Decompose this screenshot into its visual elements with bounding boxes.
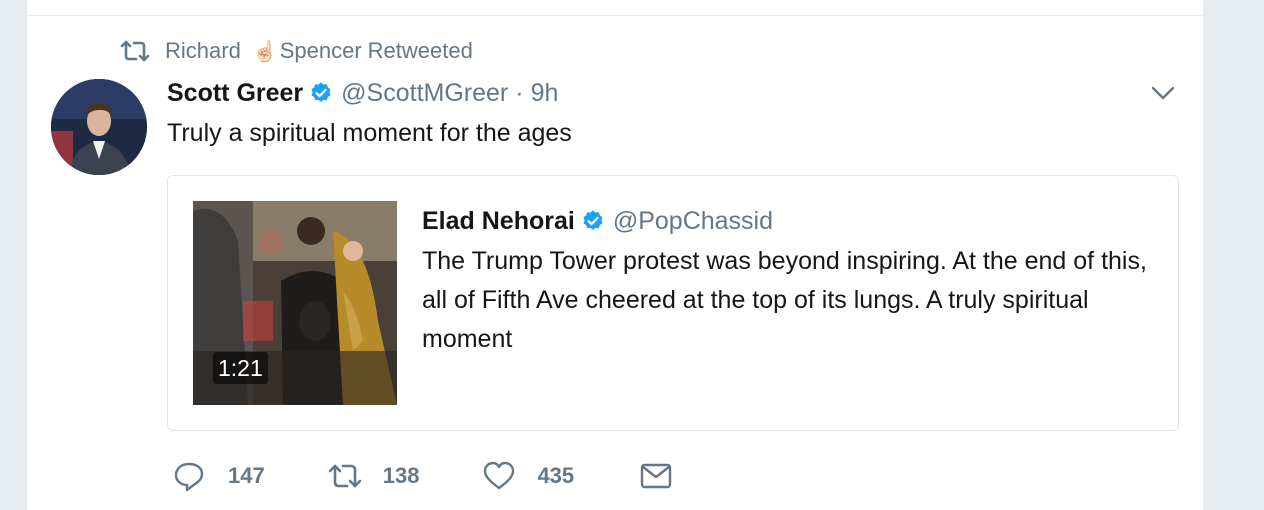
chevron-down-icon[interactable] bbox=[1149, 82, 1177, 104]
pointing-up-emoji: ☝🏻 bbox=[252, 40, 278, 63]
reply-count: 147 bbox=[228, 463, 265, 488]
like-button[interactable]: 435 bbox=[483, 461, 574, 491]
tweet-card[interactable]: Richard ☝🏻 Spencer Retweeted Scott Greer… bbox=[27, 0, 1203, 510]
author-name[interactable]: Scott Greer bbox=[167, 79, 303, 108]
separator-dot: · bbox=[515, 78, 524, 107]
retweeter-name-first[interactable]: Richard bbox=[165, 38, 241, 64]
like-count: 435 bbox=[537, 463, 575, 488]
divider bbox=[27, 15, 1203, 16]
tweet-timestamp[interactable]: 9h bbox=[531, 79, 559, 108]
quoted-tweet-header: Elad Nehorai @PopChassid bbox=[422, 204, 773, 238]
retweet-button[interactable]: 138 bbox=[327, 462, 420, 490]
author-handle[interactable]: @ScottMGreer bbox=[341, 79, 508, 108]
avatar[interactable] bbox=[51, 79, 147, 175]
reply-button[interactable]: 147 bbox=[173, 460, 265, 492]
tweet-header: Scott Greer @ScottMGreer · 9h bbox=[167, 76, 558, 110]
tweet-actions: 147 138 435 bbox=[173, 458, 672, 494]
direct-message-button[interactable] bbox=[640, 462, 672, 490]
video-thumbnail[interactable]: 1:21 bbox=[193, 201, 397, 405]
video-duration: 1:21 bbox=[213, 352, 268, 384]
retweet-icon bbox=[119, 39, 151, 63]
retweet-context: Richard ☝🏻 Spencer Retweeted bbox=[119, 36, 473, 66]
reply-icon bbox=[173, 460, 205, 492]
retweeted-label: Retweeted bbox=[367, 38, 473, 63]
heart-icon bbox=[483, 461, 515, 491]
quoted-author-name[interactable]: Elad Nehorai bbox=[422, 207, 575, 236]
mail-icon bbox=[640, 462, 672, 490]
quoted-author-handle[interactable]: @PopChassid bbox=[613, 207, 773, 236]
retweet-count: 138 bbox=[382, 463, 420, 488]
quoted-tweet-text: The Trump Tower protest was beyond inspi… bbox=[422, 247, 1147, 353]
retweeter-name-last[interactable]: Spencer bbox=[280, 38, 362, 64]
verified-badge-icon bbox=[581, 209, 605, 233]
quoted-tweet[interactable]: 1:21 Elad Nehorai @PopChassid The Trump … bbox=[167, 175, 1179, 431]
tweet-text: Truly a spiritual moment for the ages bbox=[167, 119, 572, 147]
verified-badge-icon bbox=[309, 81, 333, 105]
retweet-icon bbox=[327, 462, 363, 490]
